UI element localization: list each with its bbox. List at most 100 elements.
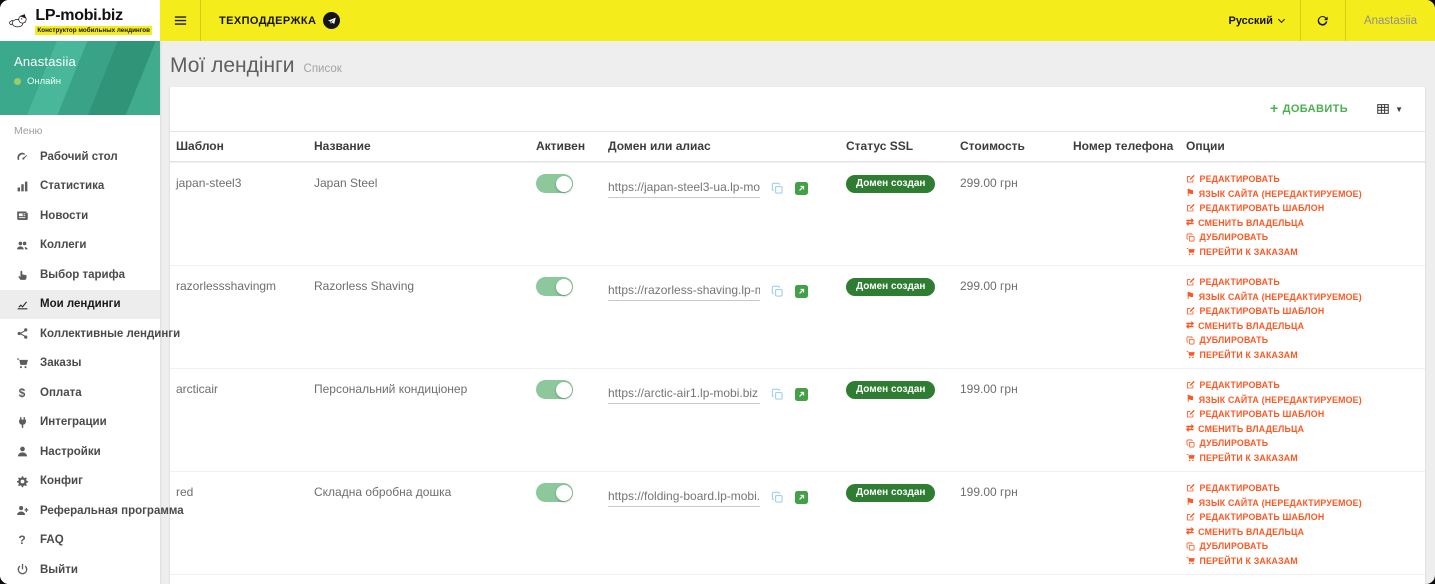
- template-cell: red: [176, 485, 194, 499]
- option-duplicate[interactable]: ДУБЛИРОВАТЬ: [1186, 335, 1419, 345]
- sidebar-item-desktop[interactable]: Рабочий стол: [0, 142, 160, 172]
- question-icon: ?: [18, 533, 26, 548]
- option-duplicate[interactable]: ДУБЛИРОВАТЬ: [1186, 438, 1419, 448]
- option-site-language[interactable]: ⚑ ЯЗЫК САЙТА (НЕРЕДАКТИРУЕМОЕ): [1186, 189, 1419, 199]
- active-toggle[interactable]: [536, 380, 573, 399]
- price-cell: 199.00 грн: [960, 485, 1018, 499]
- option-edit-template[interactable]: РЕДАКТИРОВАТЬ ШАБЛОН: [1186, 409, 1419, 419]
- online-status-dot: [14, 78, 21, 85]
- copy-domain-icon[interactable]: [771, 388, 784, 401]
- option-edit[interactable]: РЕДАКТИРОВАТЬ: [1186, 380, 1419, 390]
- menu-section-label: Меню: [14, 125, 43, 137]
- sidebar-item-tariff[interactable]: Выбор тарифа: [0, 260, 160, 290]
- open-site-icon[interactable]: [795, 490, 808, 504]
- option-change-owner[interactable]: ⇄ СМЕНИТЬ ВЛАДЕЛЬЦА: [1186, 218, 1419, 228]
- option-change-owner[interactable]: ⇄ СМЕНИТЬ ВЛАДЕЛЬЦА: [1186, 321, 1419, 331]
- cart-icon: [1186, 453, 1196, 463]
- option-duplicate[interactable]: ДУБЛИРОВАТЬ: [1186, 232, 1419, 242]
- option-edit-template[interactable]: РЕДАКТИРОВАТЬ ШАБЛОН: [1186, 203, 1419, 213]
- topbar-username[interactable]: Anastasiia: [1346, 15, 1435, 27]
- sidebar-item-colleagues[interactable]: Коллеги: [0, 231, 160, 261]
- exchange-icon: ⇄: [1186, 217, 1195, 229]
- open-site-icon[interactable]: [795, 181, 808, 195]
- brand-logo[interactable]: LP-mobi.biz Конструктор мобильных лендин…: [0, 0, 160, 41]
- sidebar-item-payment[interactable]: $ Оплата: [0, 378, 160, 408]
- option-go-to-orders[interactable]: ПЕРЕЙТИ К ЗАКАЗАМ: [1186, 556, 1419, 566]
- hamburger-menu-button[interactable]: [160, 0, 200, 41]
- cart-icon: [1186, 247, 1196, 257]
- sidebar-item-settings[interactable]: Настройки: [0, 437, 160, 467]
- users-icon: [14, 239, 30, 252]
- sidebar-item-referral[interactable]: Реферальная программа: [0, 496, 184, 526]
- support-link[interactable]: ТЕХПОДДЕРЖКА: [201, 12, 358, 29]
- topbar: LP-mobi.biz Конструктор мобильных лендин…: [0, 0, 1435, 41]
- option-change-owner[interactable]: ⇄ СМЕНИТЬ ВЛАДЕЛЬЦА: [1186, 424, 1419, 434]
- sidebar-item-collective-landings[interactable]: Коллективные лендинги: [0, 319, 180, 349]
- copy-domain-icon[interactable]: [771, 491, 784, 504]
- add-button[interactable]: + ДОБАВИТЬ: [1270, 100, 1348, 116]
- active-toggle[interactable]: [536, 277, 573, 296]
- edit-icon: [1186, 174, 1196, 184]
- refresh-button[interactable]: [1301, 0, 1345, 41]
- flag-icon: ⚑: [1186, 393, 1195, 405]
- option-change-owner[interactable]: ⇄ СМЕНИТЬ ВЛАДЕЛЬЦА: [1186, 527, 1419, 537]
- header-domain: Домен или алиас: [608, 139, 711, 153]
- bar-chart-icon: [14, 180, 30, 193]
- edit-icon: [1186, 512, 1196, 522]
- option-edit[interactable]: РЕДАКТИРОВАТЬ: [1186, 483, 1419, 493]
- option-site-language[interactable]: ⚑ ЯЗЫК САЙТА (НЕРЕДАКТИРУЕМОЕ): [1186, 395, 1419, 405]
- phone-cell: [1067, 163, 1180, 176]
- chevron-down-icon: [1277, 15, 1285, 23]
- template-cell: japan-steel3: [176, 176, 242, 190]
- language-dropdown[interactable]: Русский: [1212, 15, 1299, 27]
- sidebar-item-integrations[interactable]: Интеграции: [0, 408, 160, 438]
- option-duplicate[interactable]: ДУБЛИРОВАТЬ: [1186, 541, 1419, 551]
- option-edit-template[interactable]: РЕДАКТИРОВАТЬ ШАБЛОН: [1186, 306, 1419, 316]
- sidebar-item-logout[interactable]: Выйти: [0, 555, 160, 584]
- power-icon: [14, 563, 30, 576]
- sidebar-item-statistics[interactable]: Статистика: [0, 172, 160, 202]
- edit-icon: [1186, 203, 1196, 213]
- option-edit[interactable]: РЕДАКТИРОВАТЬ: [1186, 277, 1419, 287]
- active-toggle[interactable]: [536, 174, 573, 193]
- domain-input[interactable]: [608, 178, 760, 198]
- option-edit-template[interactable]: РЕДАКТИРОВАТЬ ШАБЛОН: [1186, 512, 1419, 522]
- option-go-to-orders[interactable]: ПЕРЕЙТИ К ЗАКАЗАМ: [1186, 350, 1419, 360]
- option-go-to-orders[interactable]: ПЕРЕЙТИ К ЗАКАЗАМ: [1186, 247, 1419, 257]
- dollar-icon: $: [18, 385, 26, 400]
- name-cell: Персональний кондиціонер: [314, 382, 468, 396]
- open-site-icon[interactable]: [795, 387, 808, 401]
- option-go-to-orders[interactable]: ПЕРЕЙТИ К ЗАКАЗАМ: [1186, 453, 1419, 463]
- option-site-language[interactable]: ⚑ ЯЗЫК САЙТА (НЕРЕДАКТИРУЕМОЕ): [1186, 292, 1419, 302]
- sidebar-item-config[interactable]: Конфиг: [0, 467, 160, 497]
- header-options: Опции: [1186, 139, 1225, 153]
- copy-domain-icon[interactable]: [771, 285, 784, 298]
- sidebar-item-orders[interactable]: Заказы: [0, 349, 160, 379]
- brand-subtitle: Конструктор мобильных лендингов: [35, 25, 152, 35]
- sidebar-item-news[interactable]: Новости: [0, 201, 160, 231]
- table-grid-icon: [1376, 102, 1390, 116]
- newspaper-icon: [14, 209, 30, 222]
- table-view-dropdown[interactable]: ▼: [1376, 102, 1403, 116]
- domain-input[interactable]: [608, 281, 760, 301]
- flag-icon: ⚑: [1186, 187, 1195, 199]
- name-cell: Razorless Shaving: [314, 279, 415, 293]
- price-cell: 299.00 грн: [960, 279, 1018, 293]
- table-row: red Складна обробна дошка Домен создан 1…: [170, 471, 1425, 574]
- cart-icon: [1186, 350, 1196, 360]
- domain-input[interactable]: [608, 487, 760, 507]
- flag-icon: ⚑: [1186, 290, 1195, 302]
- copy-domain-icon[interactable]: [771, 182, 784, 195]
- active-toggle[interactable]: [536, 483, 573, 502]
- open-site-icon[interactable]: [795, 284, 808, 298]
- page-title: Мої лендінги: [170, 54, 295, 77]
- name-cell: Чоловічі кросівки: [308, 575, 530, 584]
- domain-input[interactable]: [608, 384, 760, 404]
- duplicate-icon: [1186, 233, 1196, 243]
- option-site-language[interactable]: ⚑ ЯЗЫК САЙТА (НЕРЕДАКТИРУЕМОЕ): [1186, 498, 1419, 508]
- sidebar-item-my-landings[interactable]: Мои лендинги: [0, 289, 160, 319]
- plug-icon: [14, 416, 30, 429]
- table-row: razorlessshavingm Razorless Shaving Доме…: [170, 265, 1425, 368]
- option-edit[interactable]: РЕДАКТИРОВАТЬ: [1186, 174, 1419, 184]
- sidebar-item-faq[interactable]: ? FAQ: [0, 526, 160, 556]
